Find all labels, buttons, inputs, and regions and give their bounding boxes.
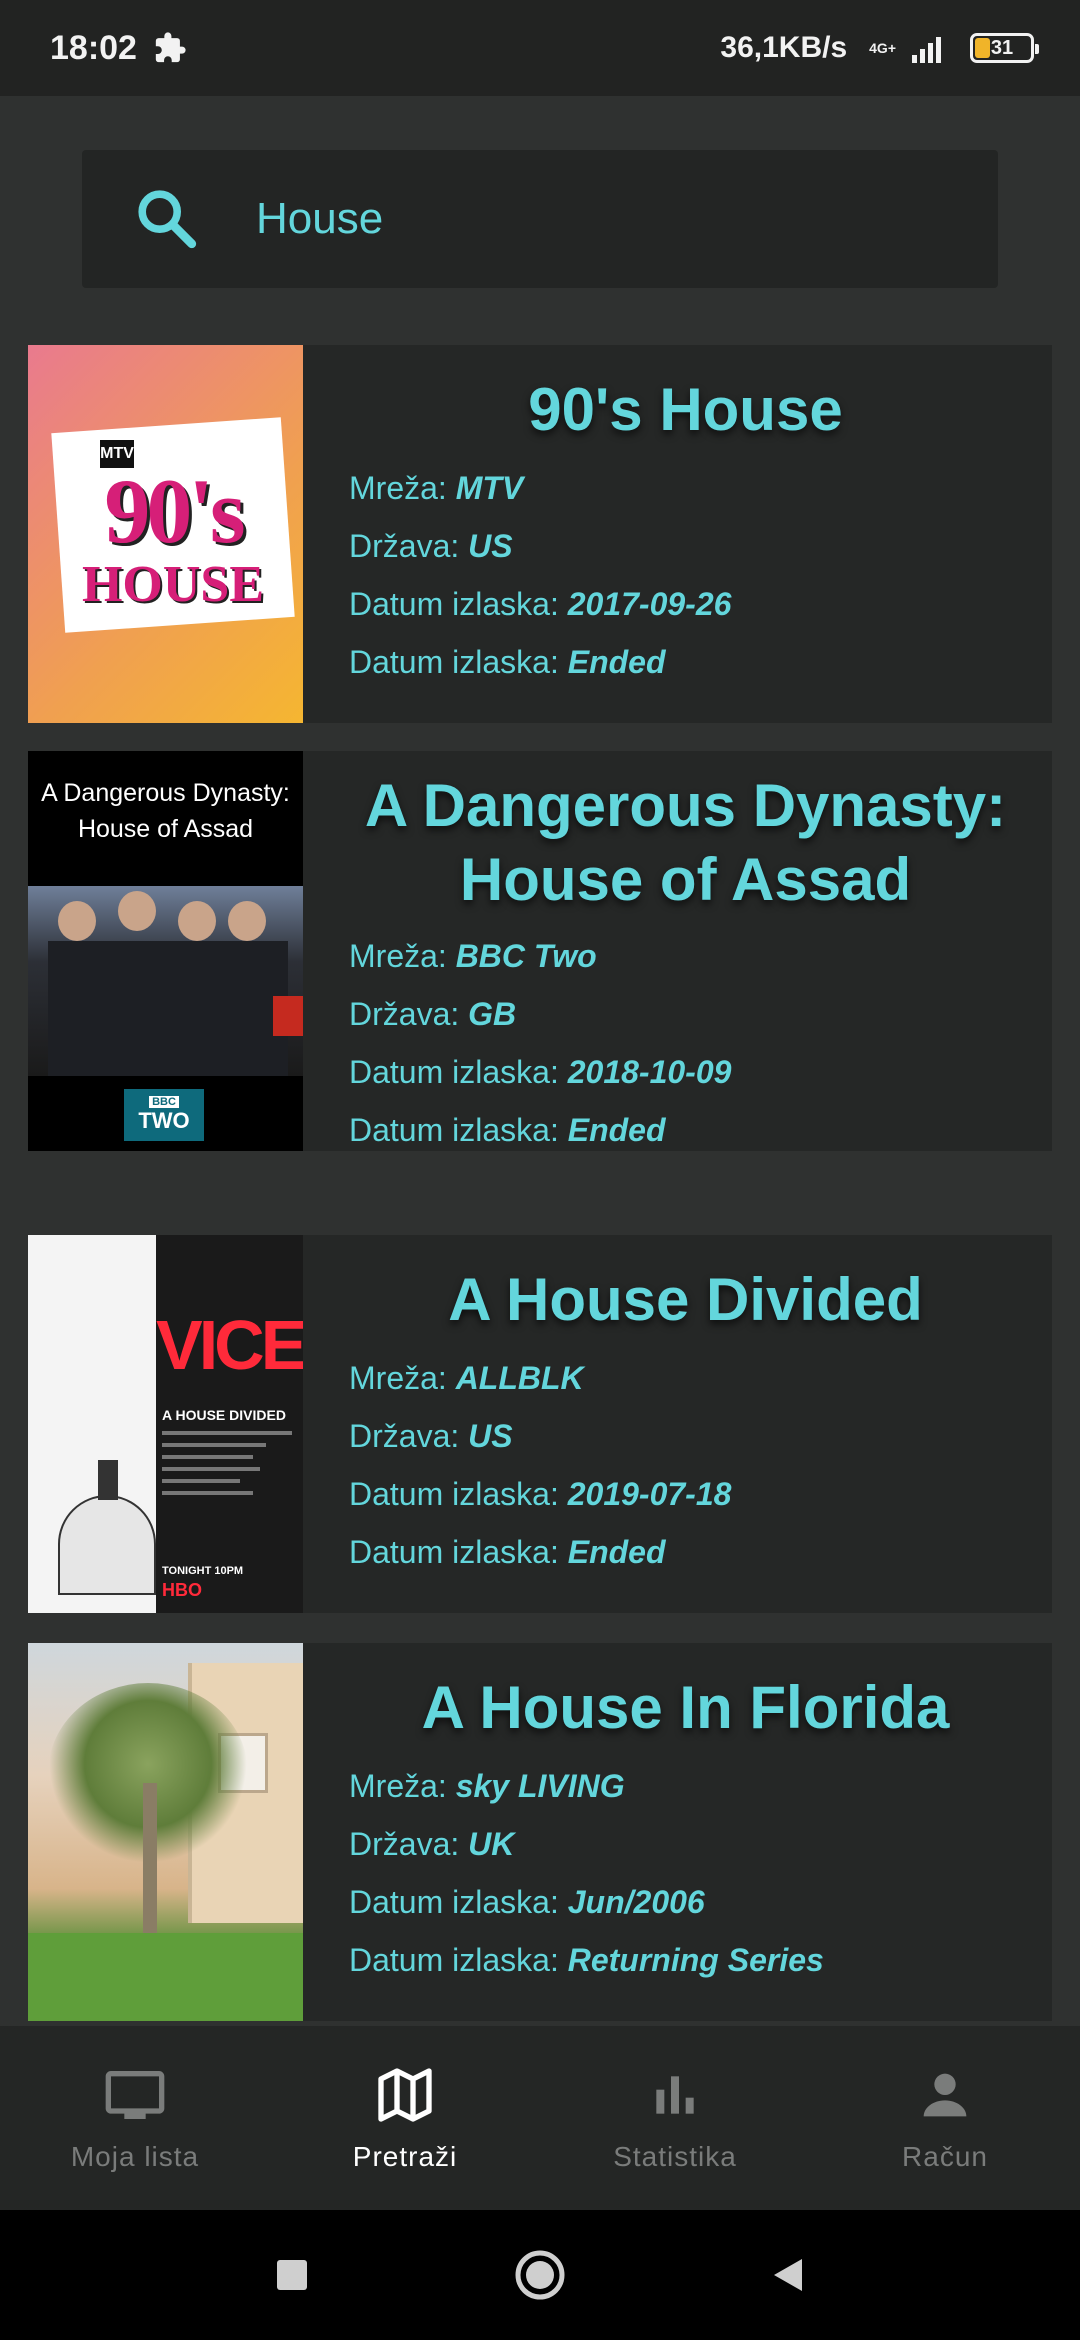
system-navigation-bar <box>0 2210 1080 2340</box>
show-country: Država: US <box>349 528 513 564</box>
show-status: Datum izlaska: Returning Series <box>349 1942 824 1978</box>
person-icon <box>923 2073 967 2117</box>
show-card[interactable]: A House In Florida Mreža: sky LIVING Drž… <box>28 1643 1052 2021</box>
tv-icon <box>105 2071 165 2119</box>
nav-item-my-list[interactable]: Moja lista <box>0 2063 270 2173</box>
network-speed: 36,1KB/s <box>720 31 848 64</box>
show-release-date: Datum izlaska: 2018-10-09 <box>349 1054 732 1090</box>
poster-text: VICE <box>156 1306 303 1384</box>
show-title: A Dangerous Dynasty: House of Assad <box>364 772 1007 913</box>
show-status: Datum izlaska: Ended <box>349 1534 666 1570</box>
show-title: A House In Florida <box>421 1674 950 1741</box>
show-network: Mreža: MTV <box>349 470 524 506</box>
status-bar: 18:02 36,1KB/s 4G+ 31 <box>0 0 1080 96</box>
nav-item-account[interactable]: Račun <box>810 2063 1080 2173</box>
network-type: 4G+ <box>869 40 896 56</box>
search-input[interactable] <box>256 194 916 244</box>
nav-label: Pretraži <box>352 2141 458 2172</box>
clock: 18:02 <box>50 28 137 67</box>
bbc-two-logo: BBC TWO <box>124 1089 204 1141</box>
nav-label: Moja lista <box>70 2141 200 2172</box>
show-status: Datum izlaska: Ended <box>349 644 666 680</box>
nav-item-statistics[interactable]: Statistika <box>540 2063 810 2173</box>
puzzle-icon <box>155 32 186 63</box>
show-title: A House Divided <box>448 1266 923 1333</box>
poster-text: 90's <box>104 460 245 562</box>
recents-icon[interactable] <box>272 2255 312 2295</box>
search-icon <box>138 190 197 249</box>
signal-icon <box>912 37 941 63</box>
show-card[interactable]: MTV 90's HOUSE 90's House Mreža: MTV Drž… <box>28 345 1052 723</box>
show-network: Mreža: BBC Two <box>349 938 597 974</box>
poster-text: HOUSE <box>81 556 265 613</box>
bottom-navigation: Moja lista Pretraži Statistika Račun <box>0 2026 1080 2210</box>
bar-chart-icon <box>656 2076 694 2114</box>
show-poster: A Dangerous Dynasty: House of Assad BBC … <box>28 751 303 1151</box>
hbo-logo: HBO <box>162 1580 202 1600</box>
nav-item-search[interactable]: Pretraži <box>270 2063 540 2173</box>
show-status: Datum izlaska: Ended <box>349 1112 666 1148</box>
show-poster: VICE A HOUSE DIVIDED TONIGHT 10PM HBO <box>28 1235 303 1613</box>
show-network: Mreža: sky LIVING <box>349 1768 625 1804</box>
poster-text: TONIGHT 10PM <box>162 1565 244 1577</box>
map-icon <box>378 2068 432 2122</box>
battery-icon: 31 <box>970 33 1039 63</box>
show-release-date: Datum izlaska: 2019-07-18 <box>349 1476 732 1512</box>
show-country: Država: GB <box>349 996 517 1032</box>
show-card[interactable]: VICE A HOUSE DIVIDED TONIGHT 10PM HBO A … <box>28 1235 1052 1613</box>
show-country: Država: UK <box>349 1826 515 1862</box>
poster-text: A HOUSE DIVIDED <box>162 1407 286 1423</box>
show-country: Država: US <box>349 1418 513 1454</box>
show-title: 90's House <box>528 376 843 443</box>
nav-label: Račun <box>902 2141 988 2172</box>
show-card[interactable]: A Dangerous Dynasty: House of Assad BBC … <box>28 751 1052 1151</box>
show-release-date: Datum izlaska: Jun/2006 <box>349 1884 705 1920</box>
show-network: Mreža: ALLBLK <box>349 1360 584 1396</box>
show-release-date: Datum izlaska: 2017-09-26 <box>349 586 732 622</box>
show-poster: MTV 90's HOUSE <box>28 345 303 723</box>
nav-label: Statistika <box>613 2141 737 2172</box>
back-icon[interactable] <box>768 2255 808 2295</box>
poster-text: A Dangerous Dynasty: House of Assad <box>41 779 290 843</box>
search-bar[interactable] <box>82 150 998 288</box>
home-icon[interactable] <box>512 2247 568 2303</box>
show-list[interactable]: MTV 90's HOUSE 90's House Mreža: MTV Drž… <box>28 345 1052 2025</box>
show-poster <box>28 1643 303 2021</box>
